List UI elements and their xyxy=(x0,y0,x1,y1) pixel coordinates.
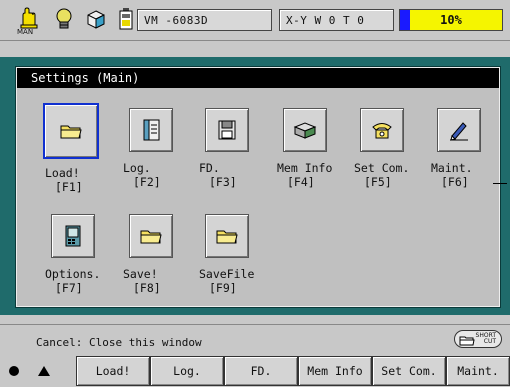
settings-item-fd[interactable]: FD. [F3] xyxy=(199,108,269,189)
folder-icon xyxy=(129,214,173,258)
hint-bar: Cancel: Close this window SHORT CUT xyxy=(0,324,510,353)
item-key: [F4] xyxy=(287,175,315,189)
item-key: [F3] xyxy=(209,175,237,189)
item-label: FD. xyxy=(199,161,220,175)
fkey-set-com[interactable]: Set Com. xyxy=(372,356,446,386)
phone-icon xyxy=(360,108,404,152)
item-label: Mem Info xyxy=(277,161,333,175)
progress-text: 10% xyxy=(440,13,462,27)
cancel-hint: Cancel: Close this window xyxy=(36,336,202,349)
fkey-load[interactable]: Load! xyxy=(76,356,150,386)
item-key: [F2] xyxy=(133,175,161,189)
settings-dialog: Settings (Main) Load! [F1] Log. [F2] FD.… xyxy=(0,57,510,315)
folder-icon xyxy=(205,214,249,258)
up-arrow-icon[interactable] xyxy=(38,366,50,376)
dialog-title: Settings (Main) xyxy=(17,68,499,88)
item-label: SaveFile xyxy=(199,267,255,281)
progress-indicator: 10% xyxy=(399,9,503,31)
fkey-fd[interactable]: FD. xyxy=(224,356,298,386)
floppy-icon xyxy=(205,108,249,152)
settings-item-maint[interactable]: Maint. [F6] xyxy=(431,108,501,189)
vm-indicator: VM -6083D xyxy=(137,9,272,31)
item-label: Log. xyxy=(123,161,151,175)
cube-icon[interactable] xyxy=(82,4,110,34)
settings-panel: Settings (Main) Load! [F1] Log. [F2] FD.… xyxy=(16,67,507,307)
item-key: [F6] xyxy=(441,175,469,189)
settings-item-save[interactable]: Save! [F8] xyxy=(123,214,193,295)
status-bar: MAN VM -6083D X-Y W 0 T 0 10% xyxy=(0,0,510,41)
settings-item-set-com[interactable]: Set Com. [F5] xyxy=(354,108,424,189)
item-label: Options. xyxy=(45,267,101,281)
item-label: Set Com. xyxy=(354,161,410,175)
record-icon[interactable] xyxy=(8,365,20,377)
fkey-maint[interactable]: Maint. xyxy=(446,356,510,386)
memory-box-icon xyxy=(283,108,327,152)
settings-item-log[interactable]: Log. [F2] xyxy=(123,108,193,189)
item-key: [F5] xyxy=(364,175,392,189)
settings-item-savefile[interactable]: SaveFile [F9] xyxy=(199,214,269,295)
settings-item-mem-info[interactable]: Mem Info [F4] xyxy=(277,108,347,189)
settings-item-load[interactable]: Load! [F1] xyxy=(43,103,115,194)
device-icon xyxy=(51,214,95,258)
item-key: [F8] xyxy=(133,281,161,295)
fkey-log[interactable]: Log. xyxy=(150,356,224,386)
folder-icon xyxy=(43,103,99,159)
item-label: Load! xyxy=(45,166,80,180)
function-key-bar: Load! Log. FD. Mem Info Set Com. Maint. xyxy=(0,352,510,387)
item-label: Save! xyxy=(123,267,158,281)
item-key: [F1] xyxy=(55,180,83,194)
battery-icon[interactable] xyxy=(112,4,140,34)
lightbulb-icon[interactable] xyxy=(50,4,78,34)
item-label: Maint. xyxy=(431,161,473,175)
notebook-icon xyxy=(129,108,173,152)
folder-icon xyxy=(459,336,475,346)
xy-indicator: X-Y W 0 T 0 xyxy=(279,9,394,31)
manual-mode-label: MAN xyxy=(17,28,34,36)
hand-icon[interactable]: MAN xyxy=(14,4,42,36)
pen-icon xyxy=(437,108,481,152)
fkey-mem-info[interactable]: Mem Info xyxy=(298,356,372,386)
shortcut-button[interactable]: SHORT CUT xyxy=(454,330,502,348)
item-key: [F7] xyxy=(55,281,83,295)
shortcut-label-bottom: CUT xyxy=(483,338,496,345)
settings-item-options[interactable]: Options. [F7] xyxy=(45,214,115,295)
item-key: [F9] xyxy=(209,281,237,295)
